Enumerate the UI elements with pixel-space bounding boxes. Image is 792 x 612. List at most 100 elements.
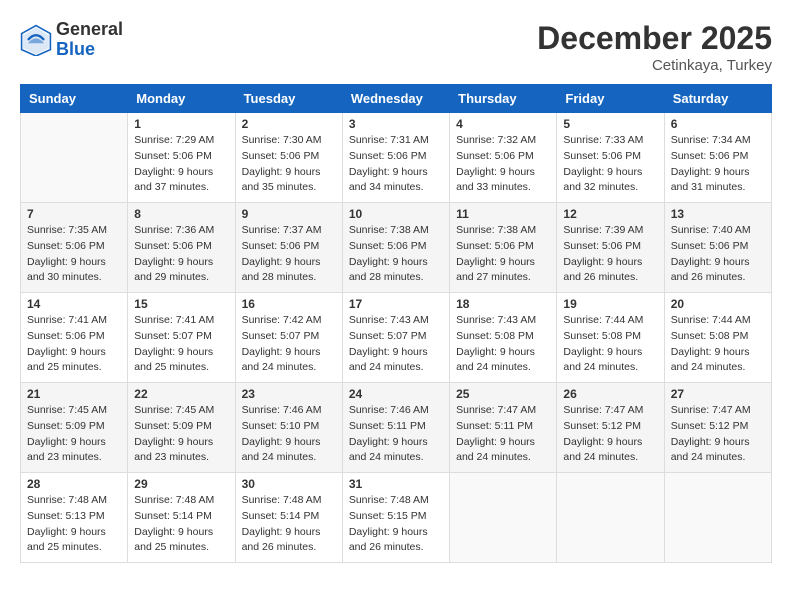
table-row: 30Sunrise: 7:48 AMSunset: 5:14 PMDayligh… [235,473,342,563]
sunrise-text: Sunrise: 7:48 AM [27,493,121,509]
cell-info: Sunrise: 7:33 AMSunset: 5:06 PMDaylight:… [563,133,657,196]
table-row: 14Sunrise: 7:41 AMSunset: 5:06 PMDayligh… [21,293,128,383]
day-number: 13 [671,207,765,221]
day-number: 10 [349,207,443,221]
daylight-text: Daylight: 9 hours and 24 minutes. [242,345,336,377]
daylight-text: Daylight: 9 hours and 32 minutes. [563,165,657,197]
sunrise-text: Sunrise: 7:41 AM [27,313,121,329]
daylight-text: Daylight: 9 hours and 24 minutes. [671,345,765,377]
cell-info: Sunrise: 7:35 AMSunset: 5:06 PMDaylight:… [27,223,121,286]
sunset-text: Sunset: 5:06 PM [134,239,228,255]
sunrise-text: Sunrise: 7:46 AM [242,403,336,419]
cell-info: Sunrise: 7:46 AMSunset: 5:10 PMDaylight:… [242,403,336,466]
daylight-text: Daylight: 9 hours and 25 minutes. [134,525,228,557]
table-row: 8Sunrise: 7:36 AMSunset: 5:06 PMDaylight… [128,203,235,293]
cell-info: Sunrise: 7:43 AMSunset: 5:07 PMDaylight:… [349,313,443,376]
day-number: 17 [349,297,443,311]
cell-info: Sunrise: 7:32 AMSunset: 5:06 PMDaylight:… [456,133,550,196]
daylight-text: Daylight: 9 hours and 24 minutes. [671,435,765,467]
sunset-text: Sunset: 5:06 PM [563,239,657,255]
daylight-text: Daylight: 9 hours and 34 minutes. [349,165,443,197]
title-block: December 2025 Cetinkaya, Turkey [537,20,772,74]
weekday-header: Saturday [664,85,771,113]
table-row: 16Sunrise: 7:42 AMSunset: 5:07 PMDayligh… [235,293,342,383]
table-row: 5 Sunrise: 7:33 AMSunset: 5:06 PMDaylight… [557,113,664,203]
cell-info: Sunrise: 7:39 AMSunset: 5:06 PMDaylight:… [563,223,657,286]
header-row: SundayMondayTuesdayWednesdayThursdayFrid… [21,85,772,113]
page-header: General Blue December 2025 Cetinkaya, Tu… [20,20,772,74]
sunrise-text: Sunrise: 7:34 AM [671,133,765,149]
week-row: 7 Sunrise: 7:35 AMSunset: 5:06 PMDaylight… [21,203,772,293]
day-number: 3 [349,117,443,131]
calendar-header: SundayMondayTuesdayWednesdayThursdayFrid… [21,85,772,113]
sunrise-text: Sunrise: 7:47 AM [456,403,550,419]
table-row: 4Sunrise: 7:32 AMSunset: 5:06 PMDaylight… [450,113,557,203]
week-row: 21 Sunrise: 7:45 AMSunset: 5:09 PMDayligh… [21,383,772,473]
table-row: 22Sunrise: 7:45 AMSunset: 5:09 PMDayligh… [128,383,235,473]
cell-info: Sunrise: 7:44 AMSunset: 5:08 PMDaylight:… [671,313,765,376]
day-number: 14 [27,297,121,311]
daylight-text: Daylight: 9 hours and 26 minutes. [563,255,657,287]
weekday-header: Monday [128,85,235,113]
location: Cetinkaya, Turkey [537,57,772,74]
cell-info: Sunrise: 7:45 AMSunset: 5:09 PMDaylight:… [134,403,228,466]
sunset-text: Sunset: 5:06 PM [242,239,336,255]
table-row: 26Sunrise: 7:47 AMSunset: 5:12 PMDayligh… [557,383,664,473]
cell-info: Sunrise: 7:48 AMSunset: 5:14 PMDaylight:… [242,493,336,556]
day-number: 21 [27,387,121,401]
sunrise-text: Sunrise: 7:43 AM [456,313,550,329]
logo-general: General [56,20,123,40]
cell-info: Sunrise: 7:30 AMSunset: 5:06 PMDaylight:… [242,133,336,196]
table-row: 11Sunrise: 7:38 AMSunset: 5:06 PMDayligh… [450,203,557,293]
sunrise-text: Sunrise: 7:37 AM [242,223,336,239]
table-row: 7 Sunrise: 7:35 AMSunset: 5:06 PMDaylight… [21,203,128,293]
cell-info: Sunrise: 7:44 AMSunset: 5:08 PMDaylight:… [563,313,657,376]
table-row: 2Sunrise: 7:30 AMSunset: 5:06 PMDaylight… [235,113,342,203]
sunrise-text: Sunrise: 7:47 AM [563,403,657,419]
daylight-text: Daylight: 9 hours and 29 minutes. [134,255,228,287]
weekday-header: Thursday [450,85,557,113]
day-number: 19 [563,297,657,311]
sunset-text: Sunset: 5:07 PM [134,329,228,345]
cell-info: Sunrise: 7:42 AMSunset: 5:07 PMDaylight:… [242,313,336,376]
sunrise-text: Sunrise: 7:30 AM [242,133,336,149]
daylight-text: Daylight: 9 hours and 30 minutes. [27,255,121,287]
cell-info: Sunrise: 7:45 AMSunset: 5:09 PMDaylight:… [27,403,121,466]
table-row: 15Sunrise: 7:41 AMSunset: 5:07 PMDayligh… [128,293,235,383]
daylight-text: Daylight: 9 hours and 24 minutes. [456,435,550,467]
week-row: 1Sunrise: 7:29 AMSunset: 5:06 PMDaylight… [21,113,772,203]
sunrise-text: Sunrise: 7:31 AM [349,133,443,149]
sunset-text: Sunset: 5:06 PM [349,239,443,255]
cell-info: Sunrise: 7:38 AMSunset: 5:06 PMDaylight:… [456,223,550,286]
day-number: 29 [134,477,228,491]
table-row: 25Sunrise: 7:47 AMSunset: 5:11 PMDayligh… [450,383,557,473]
sunrise-text: Sunrise: 7:48 AM [349,493,443,509]
sunrise-text: Sunrise: 7:38 AM [456,223,550,239]
logo: General Blue [20,20,123,60]
sunset-text: Sunset: 5:13 PM [27,509,121,525]
daylight-text: Daylight: 9 hours and 26 minutes. [671,255,765,287]
daylight-text: Daylight: 9 hours and 27 minutes. [456,255,550,287]
sunset-text: Sunset: 5:11 PM [456,419,550,435]
table-row: 1Sunrise: 7:29 AMSunset: 5:06 PMDaylight… [128,113,235,203]
cell-info: Sunrise: 7:38 AMSunset: 5:06 PMDaylight:… [349,223,443,286]
sunrise-text: Sunrise: 7:45 AM [134,403,228,419]
cell-info: Sunrise: 7:40 AMSunset: 5:06 PMDaylight:… [671,223,765,286]
daylight-text: Daylight: 9 hours and 33 minutes. [456,165,550,197]
day-number: 7 [27,207,121,221]
sunset-text: Sunset: 5:06 PM [563,149,657,165]
logo-icon [20,24,52,56]
weekday-header: Wednesday [342,85,449,113]
sunset-text: Sunset: 5:12 PM [563,419,657,435]
daylight-text: Daylight: 9 hours and 25 minutes. [27,525,121,557]
daylight-text: Daylight: 9 hours and 23 minutes. [134,435,228,467]
day-number: 23 [242,387,336,401]
table-row: 17 Sunrise: 7:43 AMSunset: 5:07 PMDayligh… [342,293,449,383]
day-number: 5 [563,117,657,131]
cell-info: Sunrise: 7:47 AMSunset: 5:12 PMDaylight:… [563,403,657,466]
table-row: 6Sunrise: 7:34 AMSunset: 5:06 PMDaylight… [664,113,771,203]
day-number: 1 [134,117,228,131]
weekday-header: Sunday [21,85,128,113]
daylight-text: Daylight: 9 hours and 37 minutes. [134,165,228,197]
daylight-text: Daylight: 9 hours and 24 minutes. [349,435,443,467]
